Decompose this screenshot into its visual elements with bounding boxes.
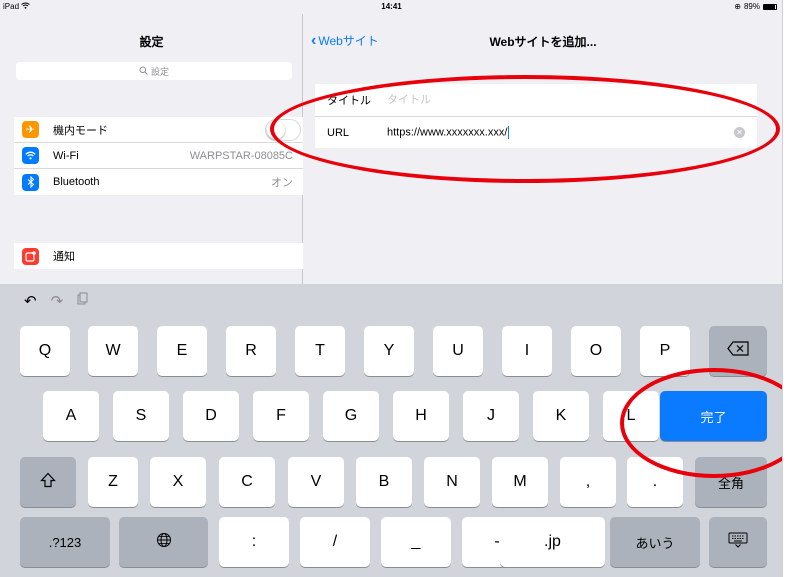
key-w[interactable]: W	[88, 326, 138, 376]
keyboard-icon	[728, 532, 748, 553]
redo-icon[interactable]: ↷	[51, 292, 64, 310]
key-m[interactable]: M	[492, 457, 548, 507]
notification-icon	[22, 247, 39, 265]
status-right: ⊕ 89%	[734, 2, 777, 11]
clear-icon[interactable]: ✕	[734, 127, 745, 138]
key-n[interactable]: N	[424, 457, 480, 507]
key-period[interactable]: .	[627, 457, 683, 507]
paste-icon[interactable]	[77, 292, 88, 310]
key-r[interactable]: R	[226, 326, 276, 376]
key-s[interactable]: S	[113, 391, 169, 441]
undo-icon[interactable]: ↶	[24, 292, 37, 310]
settings-sidebar: 設定 設定 ✈ 機内モード Wi-Fi WARPSTAR-08085C Blue…	[0, 14, 303, 284]
hide-keyboard-key[interactable]	[709, 517, 767, 567]
settings-search-input[interactable]: 設定	[16, 62, 292, 80]
key-a[interactable]: A	[43, 391, 99, 441]
done-key[interactable]: 完了	[660, 391, 767, 441]
settings-group-connectivity: ✈ 機内モード Wi-Fi WARPSTAR-08085C Bluetooth …	[14, 117, 303, 195]
backspace-key[interactable]	[709, 326, 767, 376]
key-o[interactable]: O	[571, 326, 621, 376]
status-time: 14:41	[381, 2, 402, 11]
sidebar-item-bluetooth[interactable]: Bluetooth オン	[14, 169, 303, 195]
key-c[interactable]: C	[219, 457, 275, 507]
wifi-network-name: WARPSTAR-08085C	[189, 149, 293, 162]
bluetooth-status: オン	[271, 177, 293, 189]
url-value: https://www.xxxxxxx.xxx/	[387, 126, 508, 139]
key-v[interactable]: V	[288, 457, 344, 507]
key-q[interactable]: Q	[20, 326, 70, 376]
key-y[interactable]: Y	[364, 326, 414, 376]
key-t[interactable]: T	[295, 326, 345, 376]
sidebar-item-wifi[interactable]: Wi-Fi WARPSTAR-08085C	[14, 143, 303, 169]
key-comma[interactable]: ,	[560, 457, 616, 507]
key-colon[interactable]: :	[219, 517, 289, 567]
key-e[interactable]: E	[157, 326, 207, 376]
key-underscore[interactable]: _	[381, 517, 451, 567]
title-input[interactable]	[387, 94, 757, 106]
kana-key[interactable]: あいう	[610, 517, 700, 567]
add-website-pane: ‹ Webサイト Webサイトを追加... タイトル URL https://w…	[303, 14, 782, 284]
sidebar-item-label: Bluetooth	[53, 176, 100, 188]
airplane-mode-toggle[interactable]	[265, 119, 301, 141]
key-dot-jp[interactable]: .jp	[500, 517, 605, 567]
key-x[interactable]: X	[150, 457, 206, 507]
shortcut-bar: ↶ ↷	[24, 292, 88, 310]
url-field[interactable]: https://www.xxxxxxx.xxx/	[387, 126, 734, 139]
key-u[interactable]: U	[433, 326, 483, 376]
search-placeholder: 設定	[150, 66, 169, 77]
key-d[interactable]: D	[183, 391, 239, 441]
title-row: タイトル	[315, 84, 757, 116]
shift-icon	[40, 472, 56, 493]
sidebar-item-airplane-mode[interactable]: ✈ 機内モード	[14, 117, 303, 143]
sidebar-item-notifications[interactable]: 通知	[14, 243, 303, 269]
bluetooth-icon	[22, 173, 39, 191]
key-b[interactable]: B	[356, 457, 412, 507]
location-icon: ⊕	[734, 2, 741, 11]
globe-key[interactable]	[119, 517, 208, 567]
sidebar-title: 設定	[139, 35, 164, 49]
key-h[interactable]: H	[393, 391, 449, 441]
key-z[interactable]: Z	[88, 457, 138, 507]
battery-percent: 89%	[743, 2, 760, 11]
page-title: Webサイトを追加...	[489, 35, 597, 49]
battery-icon	[763, 3, 777, 10]
website-form: タイトル URL https://www.xxxxxxx.xxx/ ✕	[315, 84, 757, 148]
settings-group-notifications: 通知	[14, 243, 303, 269]
zenkaku-key[interactable]: 全角	[695, 457, 767, 507]
key-k[interactable]: K	[533, 391, 589, 441]
airplane-icon: ✈	[22, 121, 39, 138]
backspace-icon	[727, 341, 749, 361]
key-g[interactable]: G	[323, 391, 379, 441]
url-row: URL https://www.xxxxxxx.xxx/ ✕	[315, 116, 757, 148]
globe-icon	[156, 532, 172, 553]
key-j[interactable]: J	[463, 391, 519, 441]
numbers-key[interactable]: .?123	[20, 517, 110, 567]
sidebar-item-label: 通知	[53, 251, 75, 263]
key-slash[interactable]: /	[300, 517, 370, 567]
ipad-screen: iPad 14:41 ⊕ 89% 設定 設定 ✈ 機内モード Wi-Fi WAR…	[0, 0, 783, 577]
key-p[interactable]: P	[640, 326, 690, 376]
url-label: URL	[327, 126, 350, 139]
wifi-icon	[22, 147, 39, 164]
key-l[interactable]: L	[603, 391, 659, 441]
search-icon	[139, 66, 148, 77]
key-i[interactable]: I	[502, 326, 552, 376]
shift-key[interactable]	[20, 457, 76, 507]
software-keyboard: ↶ ↷ Q W E R T Y U I O P A S D F G H J K …	[0, 284, 782, 577]
text-caret	[508, 126, 510, 139]
title-label: タイトル	[327, 95, 371, 107]
key-f[interactable]: F	[253, 391, 309, 441]
status-bar: iPad 14:41 ⊕ 89%	[0, 0, 782, 14]
